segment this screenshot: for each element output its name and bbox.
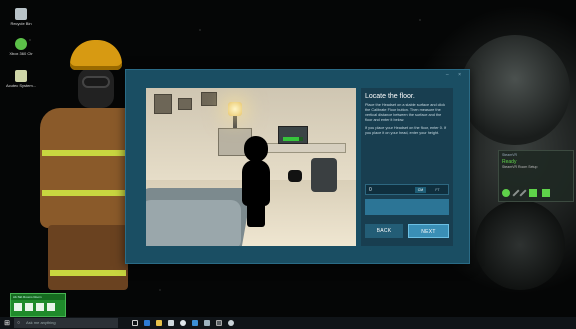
height-input[interactable]: 0 CM FT [365,184,449,195]
steamvr-subtitle: SteamVR Room Setup [502,165,538,169]
desk [266,143,346,153]
file-explorer-icon[interactable] [156,320,162,326]
reflective-stripe [50,270,126,276]
person-head [244,136,268,162]
lamp [228,102,242,116]
headset-icon[interactable] [502,189,510,197]
store-icon[interactable] [168,320,174,326]
calibrate-floor-button[interactable] [365,199,449,215]
unit-cm-toggle[interactable]: CM [415,187,426,193]
settings-icon[interactable] [228,320,234,326]
floor-calibration-illustration [146,88,356,246]
person-body [242,160,270,206]
tile[interactable] [47,303,55,311]
unit-ft-toggle[interactable]: FT [432,187,443,193]
height-value: 0 [369,187,372,193]
app-icon[interactable] [192,320,198,326]
gas-mask-filter [475,200,565,290]
task-view-icon[interactable] [132,320,138,326]
edge-icon[interactable] [144,320,150,326]
base-station-icon[interactable] [542,189,550,197]
chair [311,158,337,192]
lamp-stand [233,116,237,128]
room-setup-dialog: – × Locate the floor. Place the Headset … [125,69,470,264]
window-controls[interactable]: – × [446,72,465,78]
wall-frame [178,98,192,110]
back-button[interactable]: BACK [365,224,403,238]
tile[interactable] [14,303,22,311]
monitor [278,126,308,144]
instruction-text: Place the Headset on a stable surface an… [365,103,445,122]
person-legs [247,203,265,227]
mini-window-tiles [11,300,65,314]
instruction-text-2: If you place your Headset on the floor, … [365,126,447,135]
steamvr-device-icons [502,189,550,197]
tile[interactable] [36,303,44,311]
tile[interactable] [25,303,33,311]
taskbar: ⊞ Ask me anything [0,317,576,329]
controller-icon[interactable] [512,189,520,197]
start-button[interactable]: ⊞ [0,317,14,329]
vr-headset-lens [82,76,110,88]
wall-frame [201,92,217,106]
search-box[interactable]: Ask me anything [14,318,118,328]
taskbar-pinned-icons [132,320,234,326]
steamvr-title: SteamVR [502,153,517,157]
instruction-panel: Locate the floor. Place the Headset on a… [361,88,453,246]
steamvr-status-window[interactable]: SteamVR Ready SteamVR Room Setup [498,150,574,202]
controller-icon[interactable] [519,189,527,197]
firefighter-legs [48,225,128,290]
base-station-icon[interactable] [529,189,537,197]
app-icon-2[interactable] [204,320,210,326]
steamvr-icon[interactable] [216,320,222,326]
firefighter-helmet [70,40,122,70]
progress-bar [283,137,303,141]
headset-on-surface [288,170,302,182]
step-title: Locate the floor. [365,93,415,100]
firefighter-mask [78,68,114,108]
desktop-icon-label: Recycle Bin [10,21,32,26]
mini-app-window[interactable]: Alt-Tab Rooms Room [10,293,66,317]
next-button[interactable]: NEXT [408,224,449,238]
recycle-bin-icon [15,8,27,20]
wall-frame [154,94,172,114]
bed-blanket [146,200,241,246]
gas-mask-face [460,35,570,145]
desktop-icon-recycle-bin[interactable]: Recycle Bin [6,8,36,26]
steam-icon[interactable] [180,320,186,326]
